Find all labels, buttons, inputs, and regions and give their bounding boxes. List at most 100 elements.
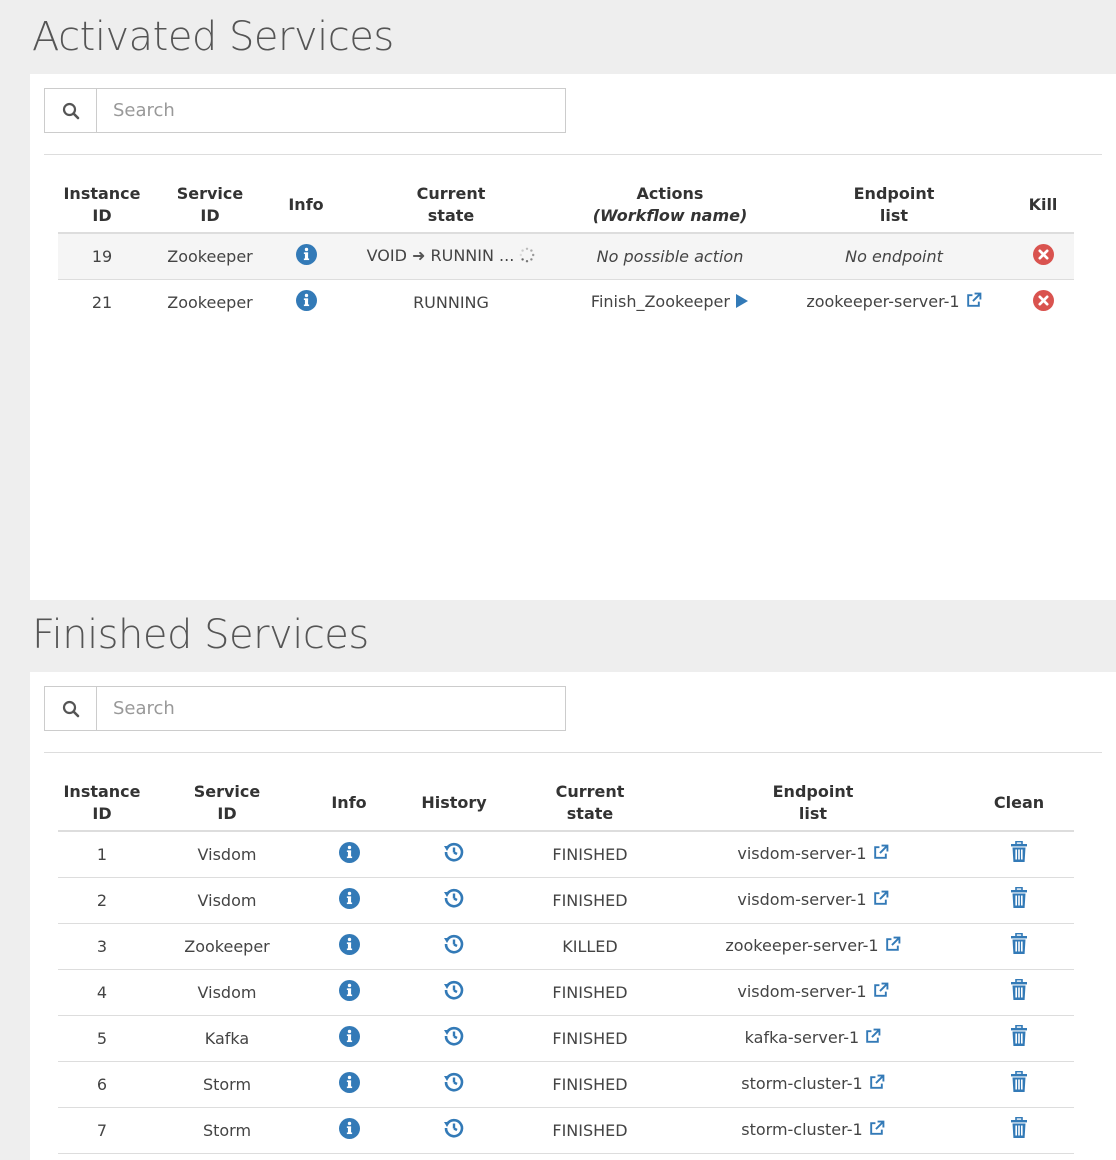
activated-services-title: Activated Services	[32, 14, 394, 60]
col-kill: Kill	[1012, 177, 1074, 234]
info-circle-icon[interactable]	[338, 979, 360, 1005]
current-state: VOID ➜ RUNNIN ...	[338, 233, 564, 280]
endpoint-link[interactable]: visdom-server-1	[662, 877, 964, 924]
finished-services-title: Finished Services	[32, 612, 369, 658]
col-service-id: Service ID	[146, 775, 308, 832]
service-id: Storm	[146, 1061, 308, 1108]
info-circle-icon[interactable]	[338, 887, 360, 913]
history-icon[interactable]	[443, 1117, 465, 1143]
current-state: FINISHED	[518, 969, 662, 1016]
external-link-icon[interactable]	[868, 1120, 885, 1141]
history-icon[interactable]	[443, 841, 465, 867]
endpoint-label[interactable]: zookeeper-server-1	[725, 936, 878, 955]
external-link-icon[interactable]	[884, 936, 901, 957]
instance-id: 3	[58, 923, 146, 970]
external-link-icon[interactable]	[868, 1074, 885, 1095]
endpoint-link[interactable]: kafka-server-1	[662, 1015, 964, 1062]
trash-icon[interactable]	[1010, 841, 1028, 867]
service-id: Visdom	[146, 877, 308, 924]
external-link-icon[interactable]	[872, 982, 889, 1003]
action-none: No possible action	[564, 233, 776, 280]
finished-services-table: Instance ID Service ID Info History Curren…	[58, 775, 1074, 1154]
activated-search-box	[44, 88, 566, 133]
instance-id: 19	[58, 233, 146, 280]
table-row: 7 Storm FINISHED storm-cluster-1	[58, 1107, 1074, 1154]
play-icon[interactable]	[735, 293, 749, 313]
service-id: Visdom	[146, 831, 308, 878]
search-icon[interactable]	[44, 88, 96, 133]
history-icon[interactable]	[443, 1071, 465, 1097]
col-instance-id: Instance ID	[58, 775, 146, 832]
endpoint-label[interactable]: zookeeper-server-1	[806, 292, 959, 311]
endpoint-link[interactable]: visdom-server-1	[662, 831, 964, 878]
search-icon[interactable]	[44, 686, 96, 731]
instance-id: 2	[58, 877, 146, 924]
info-circle-icon[interactable]	[295, 243, 317, 269]
external-link-icon[interactable]	[872, 844, 889, 865]
endpoint-label[interactable]: visdom-server-1	[737, 890, 866, 909]
info-circle-icon[interactable]	[338, 1117, 360, 1143]
table-row: 2 Visdom FINISHED visdom-server-1	[58, 877, 1074, 924]
external-link-icon[interactable]	[872, 890, 889, 911]
finished-divider	[44, 752, 1102, 753]
table-row: 6 Storm FINISHED storm-cluster-1	[58, 1061, 1074, 1108]
arrow-right-icon: ➜	[412, 246, 426, 265]
times-circle-icon[interactable]	[1032, 243, 1054, 269]
activated-services-table: Instance ID Service ID Info Current state A…	[58, 177, 1074, 325]
times-circle-icon[interactable]	[1032, 289, 1054, 315]
instance-id: 5	[58, 1015, 146, 1062]
endpoint-none: No endpoint	[776, 233, 1012, 280]
action-label[interactable]: Finish_Zookeeper	[591, 292, 730, 311]
instance-id: 7	[58, 1107, 146, 1154]
endpoint-label[interactable]: storm-cluster-1	[741, 1120, 862, 1139]
finished-search-input[interactable]	[96, 686, 566, 731]
endpoint-label[interactable]: visdom-server-1	[737, 844, 866, 863]
service-id: Kafka	[146, 1015, 308, 1062]
external-link-icon[interactable]	[864, 1028, 881, 1049]
col-history: History	[390, 775, 518, 832]
endpoint-link[interactable]: visdom-server-1	[662, 969, 964, 1016]
info-circle-icon[interactable]	[338, 933, 360, 959]
activated-services-panel: InstanceID ServiceID Info Currentstate A…	[30, 74, 1116, 600]
endpoint-link[interactable]: zookeeper-server-1	[776, 279, 1012, 325]
spinner-icon	[519, 247, 535, 267]
external-link-icon[interactable]	[965, 292, 982, 313]
trash-icon[interactable]	[1010, 1070, 1028, 1097]
finished-search-box	[44, 686, 566, 731]
activated-search-input[interactable]	[96, 88, 566, 133]
endpoint-link[interactable]: storm-cluster-1	[662, 1107, 964, 1154]
info-circle-icon[interactable]	[338, 1071, 360, 1097]
trash-icon[interactable]	[1010, 978, 1028, 1005]
history-icon[interactable]	[443, 933, 465, 959]
service-id: Zookeeper	[146, 233, 274, 280]
info-circle-icon[interactable]	[338, 1025, 360, 1051]
history-icon[interactable]	[443, 887, 465, 913]
endpoint-link[interactable]: storm-cluster-1	[662, 1061, 964, 1108]
col-service-id: Service ID	[146, 177, 274, 234]
trash-icon[interactable]	[1010, 1024, 1028, 1051]
trash-icon[interactable]	[1010, 886, 1028, 913]
endpoint-label[interactable]: kafka-server-1	[745, 1028, 860, 1047]
trash-icon[interactable]	[1010, 1116, 1028, 1143]
col-current-state: Current state	[518, 775, 662, 832]
current-state: KILLED	[518, 923, 662, 970]
action-link[interactable]: Finish_Zookeeper	[564, 279, 776, 325]
endpoint-label[interactable]: visdom-server-1	[737, 982, 866, 1001]
info-circle-icon[interactable]	[338, 841, 360, 867]
col-info: Info	[274, 177, 338, 234]
service-id: Visdom	[146, 969, 308, 1016]
info-circle-icon[interactable]	[295, 289, 317, 315]
instance-id: 1	[58, 831, 146, 878]
table-row: 21 Zookeeper RUNNING Finish_Zookeeper zo…	[58, 279, 1074, 325]
table-row: 5 Kafka FINISHED kafka-server-1	[58, 1015, 1074, 1062]
endpoint-label[interactable]: storm-cluster-1	[741, 1074, 862, 1093]
history-icon[interactable]	[443, 979, 465, 1005]
instance-id: 6	[58, 1061, 146, 1108]
trash-icon[interactable]	[1010, 932, 1028, 959]
finished-services-panel: InstanceID ServiceID Info History Curren…	[30, 672, 1116, 1160]
endpoint-link[interactable]: zookeeper-server-1	[662, 923, 964, 970]
activated-divider	[44, 154, 1102, 155]
history-icon[interactable]	[443, 1025, 465, 1051]
instance-id: 4	[58, 969, 146, 1016]
col-clean: Clean	[964, 775, 1074, 832]
